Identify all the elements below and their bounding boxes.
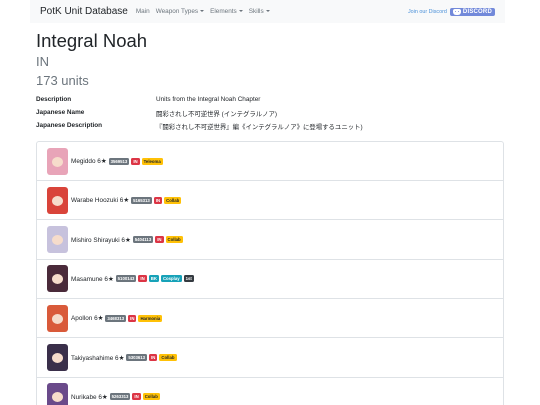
unit-tag-badge: Collab [164, 196, 182, 204]
info-key: Japanese Description [36, 122, 103, 129]
unit-row[interactable]: Masamune 6★ 5100143 IN BK Cosplay 1st [37, 260, 503, 299]
unit-avatar[interactable] [47, 344, 68, 371]
unit-name-link[interactable]: Takiyashahime 6★ [71, 354, 124, 362]
unit-avatar[interactable] [47, 304, 68, 332]
discord-label: DISCORD [462, 8, 492, 15]
unit-id-badge: 5165313 [131, 196, 152, 204]
brand-link[interactable]: PotK Unit Database [40, 6, 128, 17]
avatar-face [52, 353, 63, 363]
navbar: PotK Unit Database Main Weapon Types Ele… [30, 0, 505, 23]
unit-id-badge: 5100143 [115, 275, 137, 283]
unit-tag-badge: Collab [165, 236, 183, 244]
unit-id-badge: 3468313 [105, 314, 127, 322]
unit-name-link[interactable]: Warabe Hoozuki 6★ [71, 196, 129, 204]
info-value: 『闘彩されし不可逆世界』編《インテグラルノア》に登場するユニット) [156, 124, 363, 131]
nav-dropdown-skills[interactable]: Skills [249, 8, 270, 15]
unit-avatar[interactable] [47, 383, 68, 405]
unit-row[interactable]: Takiyashahime 6★ 5303613 IN Collab [37, 339, 503, 378]
unit-row[interactable]: Nurikabe 6★ 5263313 IN Collab [37, 378, 503, 405]
unit-row[interactable]: Mishiro Shirayuki 6★ 5404113 IN Collab [37, 221, 503, 260]
unit-avatar[interactable] [47, 186, 68, 214]
discord-icon [452, 8, 461, 15]
info-key: Description [36, 96, 72, 103]
nav-dropdown-weapon-types[interactable]: Weapon Types [155, 8, 205, 15]
page-title: Integral Noah [36, 30, 148, 51]
caret-down-icon [265, 10, 270, 13]
chapter-code: IN [36, 54, 49, 69]
unit-name-link[interactable]: Mishiro Shirayuki 6★ [71, 236, 131, 244]
unit-id-badge: 5303613 [126, 354, 148, 361]
unit-row[interactable]: Warabe Hoozuki 6★ 5165313 IN Collab [37, 181, 503, 221]
unit-row[interactable]: Megiddo 6★ 3569513 IN Teleoma [37, 142, 503, 181]
unit-avatar[interactable] [47, 226, 68, 254]
unit-tag-badge: IN [155, 236, 164, 244]
nav-link-main[interactable]: Main [136, 8, 150, 15]
avatar-face [52, 156, 63, 167]
unit-name-link[interactable]: Apollon 6★ [71, 314, 103, 322]
unit-row[interactable]: Apollon 6★ 3468313 IN Harmonia [37, 299, 503, 339]
unit-tag-badge: IN [149, 354, 158, 361]
unit-count: 173 units [36, 73, 89, 88]
info-row-japanese-name: Japanese Name 闘彩されし不可逆世界 (インテグラルノア) [36, 109, 506, 118]
unit-tag-badge: IN [138, 275, 147, 283]
unit-tag-badge: Harmonia [138, 314, 163, 322]
unit-tag-badge: IN [153, 196, 163, 204]
unit-tag-badge: Cosplay [160, 275, 182, 283]
unit-list: Megiddo 6★ 3569513 IN Teleoma Warabe Hoozuki… [36, 141, 504, 405]
unit-avatar[interactable] [47, 265, 68, 293]
unit-tag-badge: Collab [159, 354, 177, 361]
info-row-japanese-description: Japanese Description 『闘彩されし不可逆世界』編《インテグラ… [36, 122, 506, 131]
nav-dropdown-label: Elements [210, 8, 237, 15]
info-row-description: Description Units from the Integral Noah… [36, 96, 506, 103]
unit-tag-badge: IN [131, 157, 140, 165]
avatar-face [52, 195, 63, 206]
caret-down-icon [200, 10, 205, 13]
unit-tag-badge: BK [148, 275, 159, 283]
unit-name-link[interactable]: Masamune 6★ [71, 275, 114, 283]
unit-tag-badge: IN [132, 393, 141, 401]
nav-right: Join our Discord DISCORD [408, 7, 495, 16]
join-discord-link[interactable]: Join our Discord [408, 9, 447, 15]
info-key: Japanese Name [36, 109, 85, 116]
unit-tag-badge: IN [128, 314, 137, 322]
discord-button[interactable]: DISCORD [449, 7, 495, 16]
unit-tag-badge: Collab [142, 393, 160, 401]
info-value: Units from the Integral Noah Chapter [156, 96, 261, 103]
unit-name-link[interactable]: Megiddo 6★ [71, 157, 107, 165]
unit-name-link[interactable]: Nurikabe 6★ [71, 393, 108, 401]
unit-id-badge: 3569513 [108, 157, 130, 165]
caret-down-icon [238, 10, 243, 13]
unit-id-badge: 5263313 [109, 393, 131, 401]
unit-avatar[interactable] [47, 147, 68, 175]
nav-dropdown-label: Skills [248, 8, 264, 15]
unit-id-badge: 5404113 [132, 236, 154, 244]
avatar-face [52, 313, 63, 324]
info-value: 闘彩されし不可逆世界 (インテグラルノア) [156, 111, 278, 118]
nav-dropdown-elements[interactable]: Elements [210, 8, 243, 15]
unit-tag-badge: 1st [183, 275, 194, 283]
nav-dropdown-label: Weapon Types [155, 8, 199, 15]
unit-tag-badge: Teleoma [141, 157, 163, 165]
